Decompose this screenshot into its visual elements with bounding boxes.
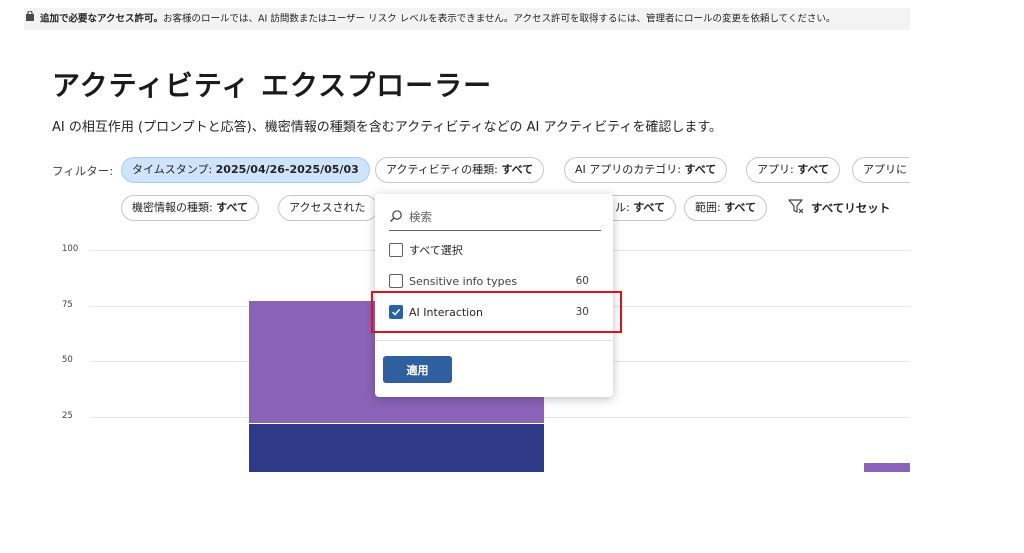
- filter-pill-activity-type[interactable]: アクティビティの種類: すべて: [375, 157, 545, 183]
- chart-bar-segment[interactable]: [249, 423, 544, 472]
- option-select-all[interactable]: すべて選択: [389, 239, 601, 261]
- chart-bar-segment[interactable]: [864, 463, 910, 473]
- apply-button[interactable]: 適用: [383, 356, 452, 383]
- filter-value: すべて: [501, 163, 534, 176]
- filter-value: すべて: [216, 201, 248, 214]
- filter-name: ル:: [615, 201, 634, 214]
- filter-reset-icon: [788, 199, 805, 217]
- filter-pill-accessed[interactable]: アクセスされた: [278, 195, 378, 221]
- option-label: Sensitive info types: [409, 274, 518, 288]
- search-icon: [389, 208, 403, 227]
- y-tick-label: 25: [62, 410, 73, 421]
- filter-name: アクセスされた: [289, 201, 366, 214]
- filter-name: アクティビティの種類:: [386, 163, 502, 176]
- filter-value: 2025/04/26-2025/05/03: [215, 163, 359, 176]
- filter-pill-app-truncated[interactable]: アプリに: [852, 157, 910, 183]
- filter-value: すべて: [633, 201, 665, 214]
- option-checkbox[interactable]: [389, 274, 403, 288]
- filter-name: タイムスタンプ:: [132, 163, 216, 176]
- checkmark-icon: [391, 308, 401, 316]
- select-all-checkbox[interactable]: [389, 243, 403, 257]
- filter-pill-timestamp[interactable]: タイムスタンプ: 2025/04/26-2025/05/03: [121, 157, 370, 183]
- filter-label: フィルター:: [52, 164, 114, 178]
- filter-name: AI アプリのカテゴリ:: [575, 163, 685, 176]
- filter-pill-app[interactable]: アプリ: すべて: [746, 157, 840, 183]
- filter-pill-scope[interactable]: 範囲: すべて: [684, 195, 767, 221]
- activity-type-dropdown: すべて選択 Sensitive info types 60 AI Interac…: [375, 194, 613, 397]
- y-tick-label: 50: [62, 355, 73, 365]
- filter-pill-ai-app-category[interactable]: AI アプリのカテゴリ: すべて: [564, 157, 728, 183]
- filter-name: 範囲:: [695, 201, 725, 214]
- option-label: すべて選択: [409, 244, 463, 257]
- y-tick-label: 75: [62, 299, 73, 310]
- filter-value: すべて: [797, 163, 829, 176]
- filter-name: アプリに: [863, 163, 907, 176]
- option-count: 30: [575, 306, 589, 318]
- option-count: 60: [575, 275, 589, 287]
- option-checkbox-checked[interactable]: [389, 305, 403, 319]
- filter-value: すべて: [684, 163, 717, 176]
- search-input[interactable]: [409, 210, 579, 224]
- filter-name: アプリ:: [757, 163, 798, 176]
- filter-name: 機密情報の種類:: [132, 201, 217, 214]
- search-field: [389, 204, 601, 231]
- filter-pill-sensitive-info-type[interactable]: 機密情報の種類: すべて: [121, 195, 259, 221]
- option-label: AI Interaction: [409, 305, 483, 319]
- reset-all-label: すべてリセット: [811, 201, 891, 215]
- option-ai-interaction[interactable]: AI Interaction 30: [389, 301, 601, 323]
- filter-value: すべて: [724, 201, 756, 214]
- y-tick-label: 100: [62, 244, 79, 254]
- dropdown-divider: [375, 340, 613, 341]
- reset-all-button[interactable]: すべてリセット: [788, 199, 890, 217]
- option-sensitive-info-types[interactable]: Sensitive info types 60: [389, 270, 601, 292]
